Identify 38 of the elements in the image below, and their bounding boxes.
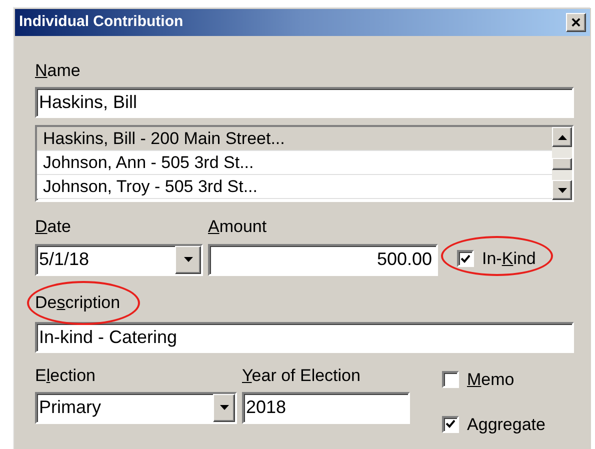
date-label: Date: [35, 216, 72, 238]
election-label: Election: [35, 364, 96, 386]
checkmark-icon: [461, 254, 470, 263]
list-item[interactable]: Johnson, Ann - 505 3rd St...: [37, 151, 552, 176]
scroll-down-button[interactable]: [552, 180, 572, 200]
year-of-election-label: Year of Election: [242, 364, 362, 386]
year-field[interactable]: 2018: [242, 392, 410, 424]
dropdown-button[interactable]: [175, 246, 201, 274]
aggregate-checkbox[interactable]: [442, 416, 459, 433]
aggregate-label: Aggregate: [467, 414, 546, 435]
date-dropdown[interactable]: 5/1/18: [35, 244, 203, 276]
memo-label: Memo: [467, 368, 514, 390]
in-kind-checkbox[interactable]: [457, 250, 474, 268]
name-field[interactable]: Haskins, Bill: [35, 87, 574, 118]
list-item[interactable]: Johnson, Troy - 505 3rd St...: [37, 175, 552, 200]
up-arrow-icon: [558, 134, 566, 140]
date-value: 5/1/18: [38, 248, 90, 271]
name-list[interactable]: Haskins, Bill - 200 Main Street... Johnson, Ann - 505 3rd St... Johnson, Troy - 505 3rd St...: [35, 125, 574, 202]
scroll-thumb[interactable]: [552, 158, 572, 170]
scroll-up-button[interactable]: [552, 127, 572, 148]
list-item[interactable]: Haskins, Bill - 200 Main Street...: [37, 127, 552, 152]
down-arrow-icon: [220, 405, 228, 410]
name-label: Name: [35, 60, 82, 82]
checkmark-icon: [446, 420, 455, 428]
down-arrow-icon: [184, 257, 192, 262]
close-button[interactable]: ×: [566, 13, 586, 32]
description-field[interactable]: In-kind - Catering: [35, 322, 574, 352]
in-kind-label: In-Kind: [482, 248, 536, 270]
election-dropdown[interactable]: Primary: [35, 392, 237, 424]
amount-label: Amount: [208, 216, 268, 238]
window-title: Individual Contribution: [19, 12, 184, 32]
memo-checkbox[interactable]: [442, 370, 459, 388]
description-label: Description: [35, 292, 120, 312]
down-arrow-icon: [558, 188, 566, 193]
dropdown-button[interactable]: [213, 394, 235, 422]
election-value: Primary: [38, 396, 102, 420]
scrollbar[interactable]: [552, 127, 572, 200]
amount-field[interactable]: 500.00: [208, 244, 438, 276]
